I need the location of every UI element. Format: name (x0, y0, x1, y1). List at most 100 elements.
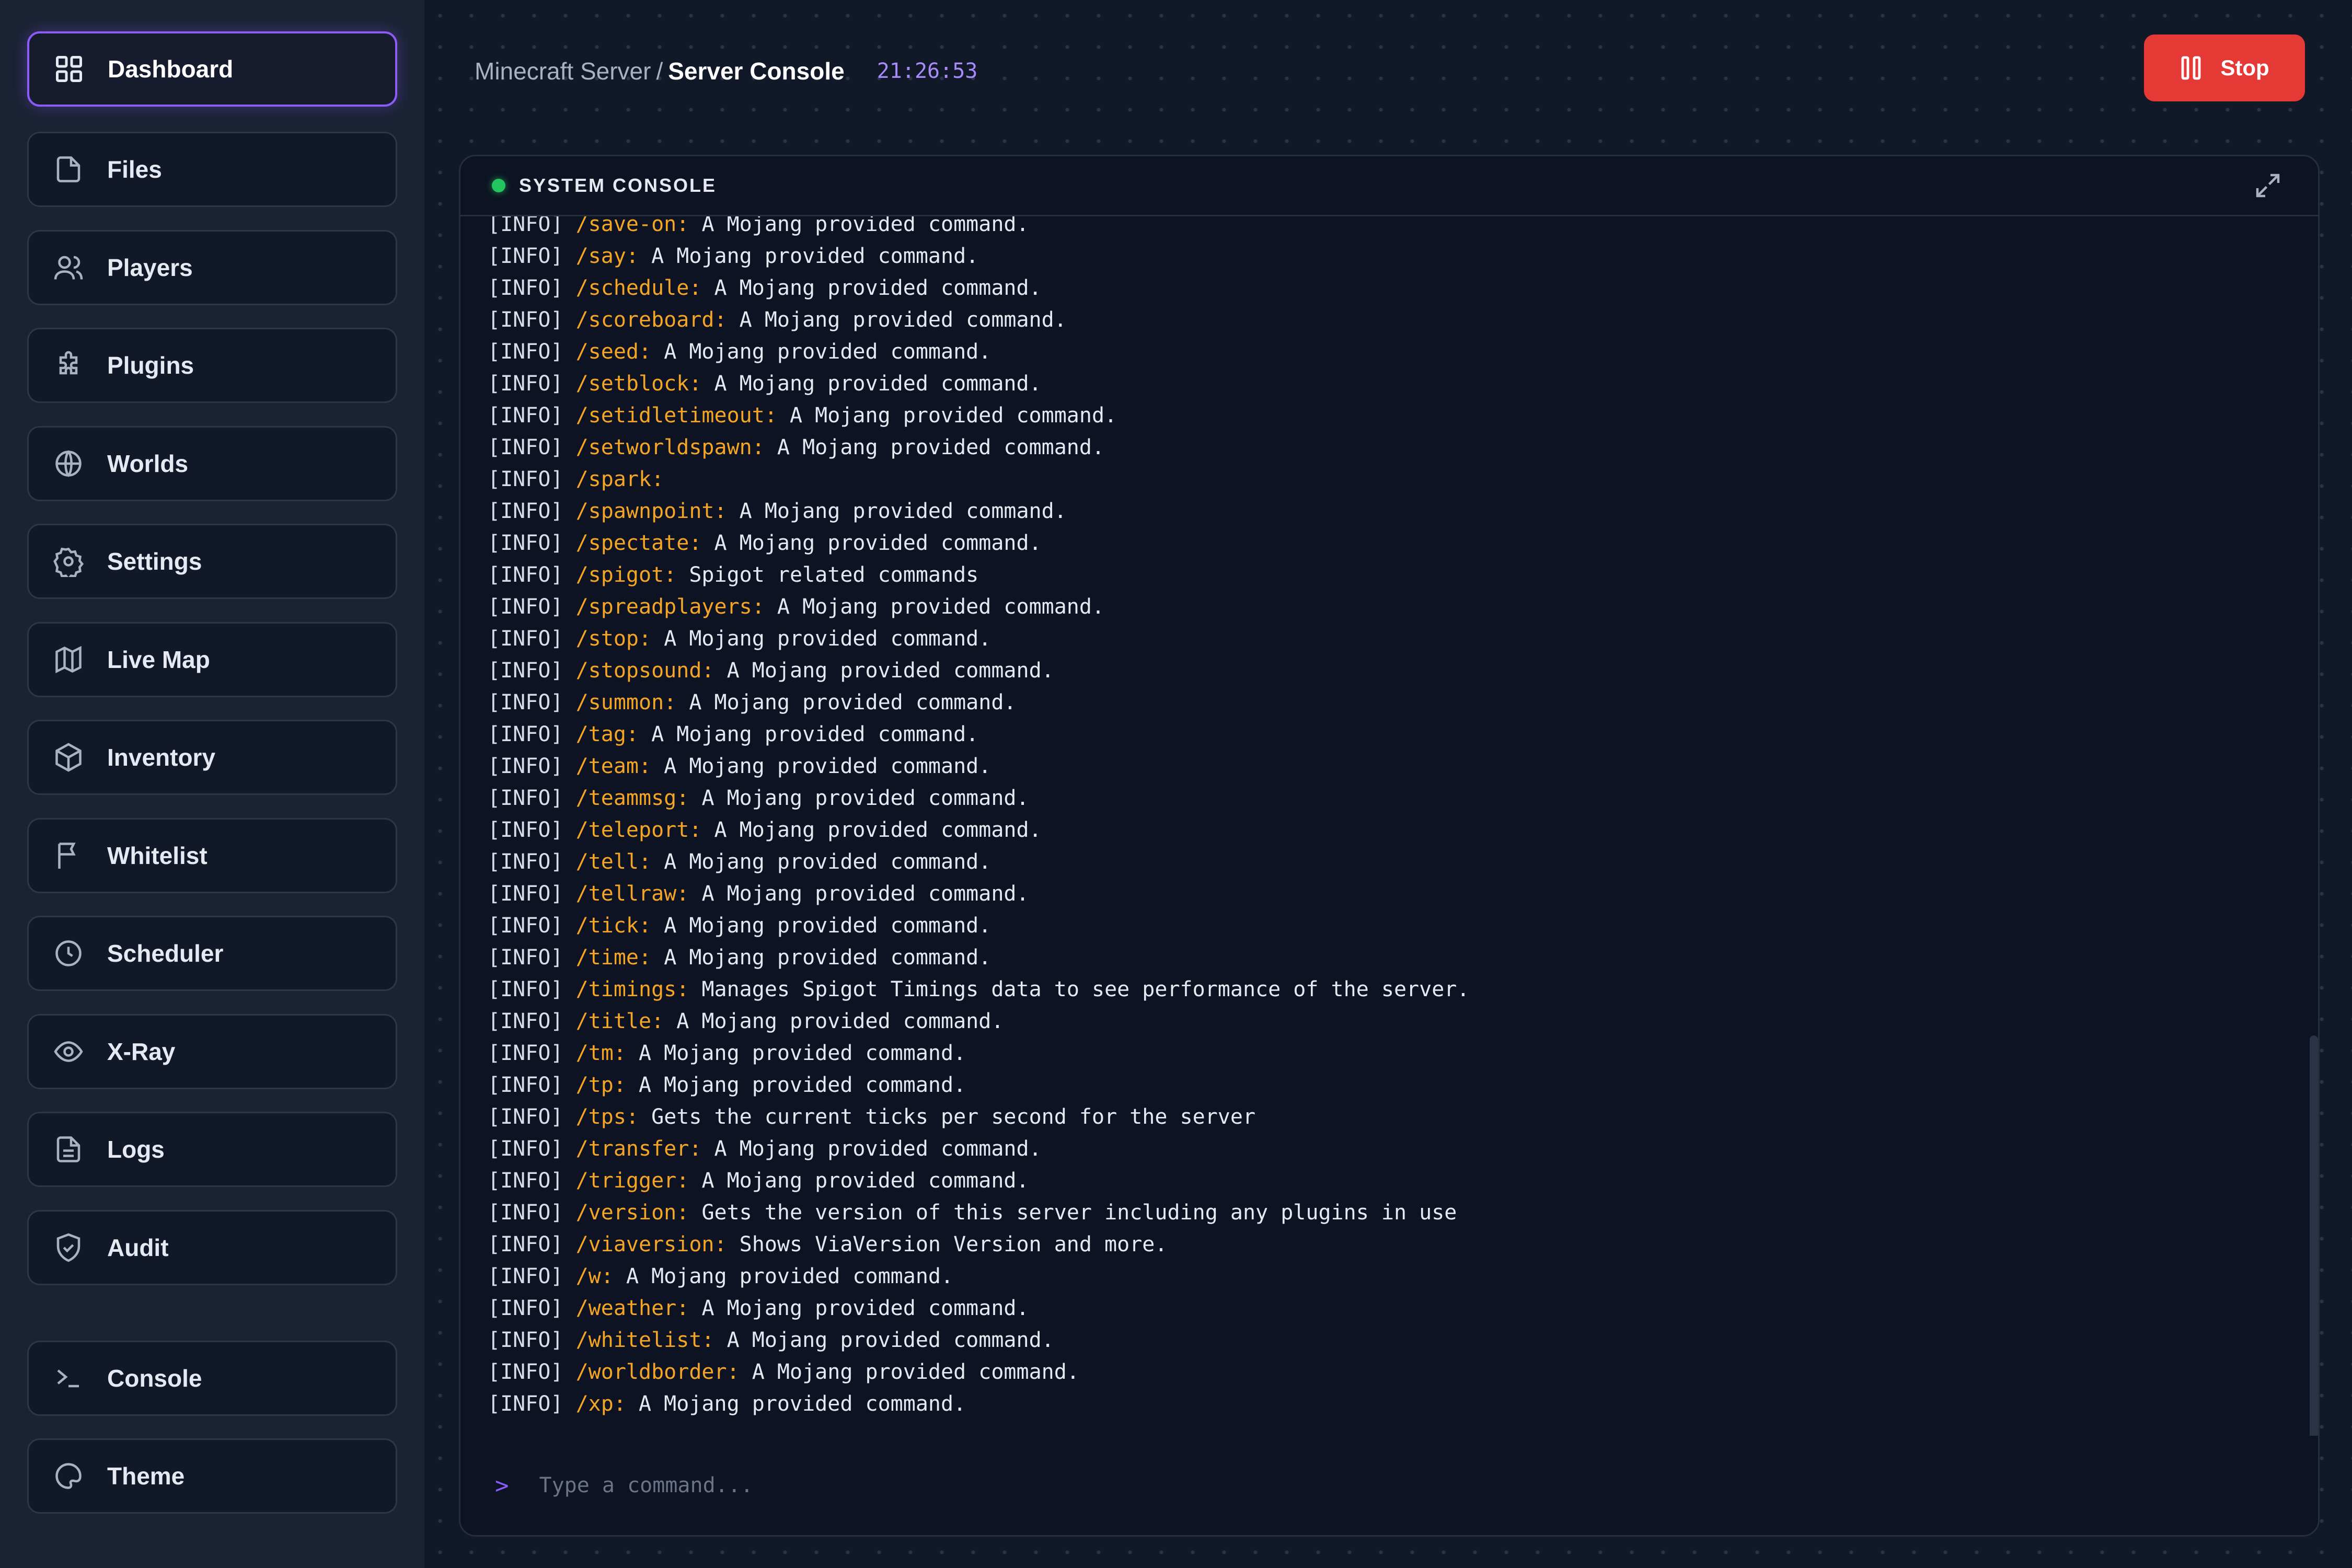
log-line: [INFO] /tps: Gets the current ticks per … (488, 1101, 1469, 1133)
log-tag: [INFO] (488, 627, 563, 651)
document-icon (53, 1134, 84, 1165)
breadcrumb-parent[interactable]: Minecraft Server (475, 57, 651, 85)
log-line: [INFO] /setidletimeout: A Mojang provide… (488, 400, 1469, 432)
log-tag: [INFO] (488, 1009, 563, 1033)
log-command: /tps: (575, 1105, 639, 1129)
log-line: [INFO] /xp: A Mojang provided command. (488, 1388, 1469, 1420)
sidebar-item-whitelist[interactable]: Whitelist (27, 818, 397, 893)
log-description: A Mojang provided command. (701, 1296, 1029, 1320)
log-line: [INFO] /spreadplayers: A Mojang provided… (488, 591, 1469, 623)
log-line: [INFO] /w: A Mojang provided command. (488, 1261, 1469, 1293)
stop-button[interactable]: Stop (2144, 34, 2305, 101)
log-line: [INFO] /spawnpoint: A Mojang provided co… (488, 495, 1469, 527)
log-tag: [INFO] (488, 435, 563, 459)
sidebar-item-files[interactable]: Files (27, 132, 397, 207)
log-command: /tm: (575, 1041, 626, 1065)
log-tag: [INFO] (488, 372, 563, 396)
sidebar-item-worlds[interactable]: Worlds (27, 426, 397, 501)
log-line: [INFO] /transfer: A Mojang provided comm… (488, 1133, 1469, 1165)
sidebar-item-plugins[interactable]: Plugins (27, 328, 397, 403)
log-description: A Mojang provided command. (676, 1009, 1004, 1033)
sidebar-item-live-map[interactable]: Live Map (27, 622, 397, 697)
log-command: /title: (575, 1009, 664, 1033)
sidebar-item-inventory[interactable]: Inventory (27, 720, 397, 795)
sidebar-item-label: Console (107, 1365, 202, 1392)
system-console: SYSTEM CONSOLE [INFO] /save-on: A Mojang… (459, 155, 2320, 1537)
log-description: Spigot related commands (689, 563, 979, 587)
log-command: /summon: (575, 690, 677, 714)
sidebar-item-logs[interactable]: Logs (27, 1112, 397, 1187)
log-command: /teleport: (575, 818, 702, 842)
scrollbar-thumb[interactable] (2310, 1035, 2318, 1490)
log-command: /tick: (575, 914, 652, 938)
log-line: [INFO] /timings: Manages Spigot Timings … (488, 974, 1469, 1006)
log-tag: [INFO] (488, 659, 563, 683)
log-description: A Mojang provided command. (651, 722, 979, 746)
sidebar-item-scheduler[interactable]: Scheduler (27, 916, 397, 991)
file-icon (53, 154, 84, 185)
prompt-glyph: > (495, 1472, 509, 1499)
log-tag: [INFO] (488, 946, 563, 970)
expand-icon[interactable] (2252, 170, 2284, 201)
log-command: /say: (575, 244, 639, 268)
log-list: [INFO] /save-on: A Mojang provided comma… (488, 215, 1469, 1420)
log-line: [INFO] /title: A Mojang provided command… (488, 1006, 1469, 1037)
log-tag: [INFO] (488, 1201, 563, 1225)
log-command: /teammsg: (575, 786, 689, 810)
console-header: SYSTEM CONSOLE (460, 156, 2318, 216)
log-description: A Mojang provided command. (664, 754, 991, 778)
log-tag: [INFO] (488, 1169, 563, 1193)
log-command: /setworldspawn: (575, 435, 765, 459)
log-line: [INFO] /spark: (488, 464, 1469, 495)
log-line: [INFO] /viaversion: Shows ViaVersion Ver… (488, 1229, 1469, 1261)
log-description: A Mojang provided command. (664, 946, 991, 970)
log-line: [INFO] /time: A Mojang provided command. (488, 942, 1469, 974)
palette-icon (53, 1460, 84, 1492)
log-line: [INFO] /version: Gets the version of thi… (488, 1197, 1469, 1229)
log-command: /viaversion: (575, 1232, 727, 1256)
log-command: /team: (575, 754, 652, 778)
log-tag: [INFO] (488, 1105, 563, 1129)
log-command: /spark: (575, 467, 664, 491)
log-line: [INFO] /setworldspawn: A Mojang provided… (488, 432, 1469, 464)
log-tag: [INFO] (488, 276, 563, 300)
globe-icon (53, 448, 84, 479)
log-description: A Mojang provided command. (651, 244, 979, 268)
log-description: Manages Spigot Timings data to see perfo… (701, 977, 1470, 1001)
sidebar-item-settings[interactable]: Settings (27, 524, 397, 599)
sidebar-item-players[interactable]: Players (27, 230, 397, 305)
log-description: A Mojang provided command. (714, 372, 1042, 396)
log-command: /tellraw: (575, 882, 689, 906)
eye-icon (53, 1036, 84, 1067)
log-tag: [INFO] (488, 977, 563, 1001)
sidebar-item-label: Settings (107, 548, 202, 575)
log-command: /spreadplayers: (575, 595, 765, 619)
log-tag: [INFO] (488, 1328, 563, 1352)
console-log[interactable]: [INFO] /save-on: A Mojang provided comma… (460, 215, 2318, 1535)
log-command: /setidletimeout: (575, 403, 777, 428)
log-tag: [INFO] (488, 786, 563, 810)
log-command: /timings: (575, 977, 689, 1001)
log-description: A Mojang provided command. (701, 215, 1029, 236)
log-description: A Mojang provided command. (739, 499, 1067, 523)
sidebar-item-x-ray[interactable]: X-Ray (27, 1014, 397, 1089)
log-tag: [INFO] (488, 882, 563, 906)
log-line: [INFO] /scoreboard: A Mojang provided co… (488, 304, 1469, 336)
log-description: Gets the version of this server includin… (701, 1201, 1457, 1225)
sidebar-item-dashboard[interactable]: Dashboard (27, 31, 397, 107)
log-line: [INFO] /teammsg: A Mojang provided comma… (488, 782, 1469, 814)
sidebar-item-theme[interactable]: Theme (27, 1438, 397, 1514)
log-command: /tell: (575, 850, 652, 874)
status-dot (492, 179, 505, 192)
log-tag: [INFO] (488, 1232, 563, 1256)
log-line: [INFO] /spectate: A Mojang provided comm… (488, 527, 1469, 559)
log-description: A Mojang provided command. (739, 308, 1067, 332)
log-command: /scoreboard: (575, 308, 727, 332)
log-tag: [INFO] (488, 1073, 563, 1097)
command-input[interactable] (538, 1473, 2108, 1498)
log-tag: [INFO] (488, 850, 563, 874)
breadcrumb: Minecraft Server / Server Console 21:26:… (475, 56, 977, 86)
sidebar-item-label: Theme (107, 1462, 185, 1490)
sidebar-item-console[interactable]: Console (27, 1341, 397, 1416)
sidebar-item-audit[interactable]: Audit (27, 1210, 397, 1285)
